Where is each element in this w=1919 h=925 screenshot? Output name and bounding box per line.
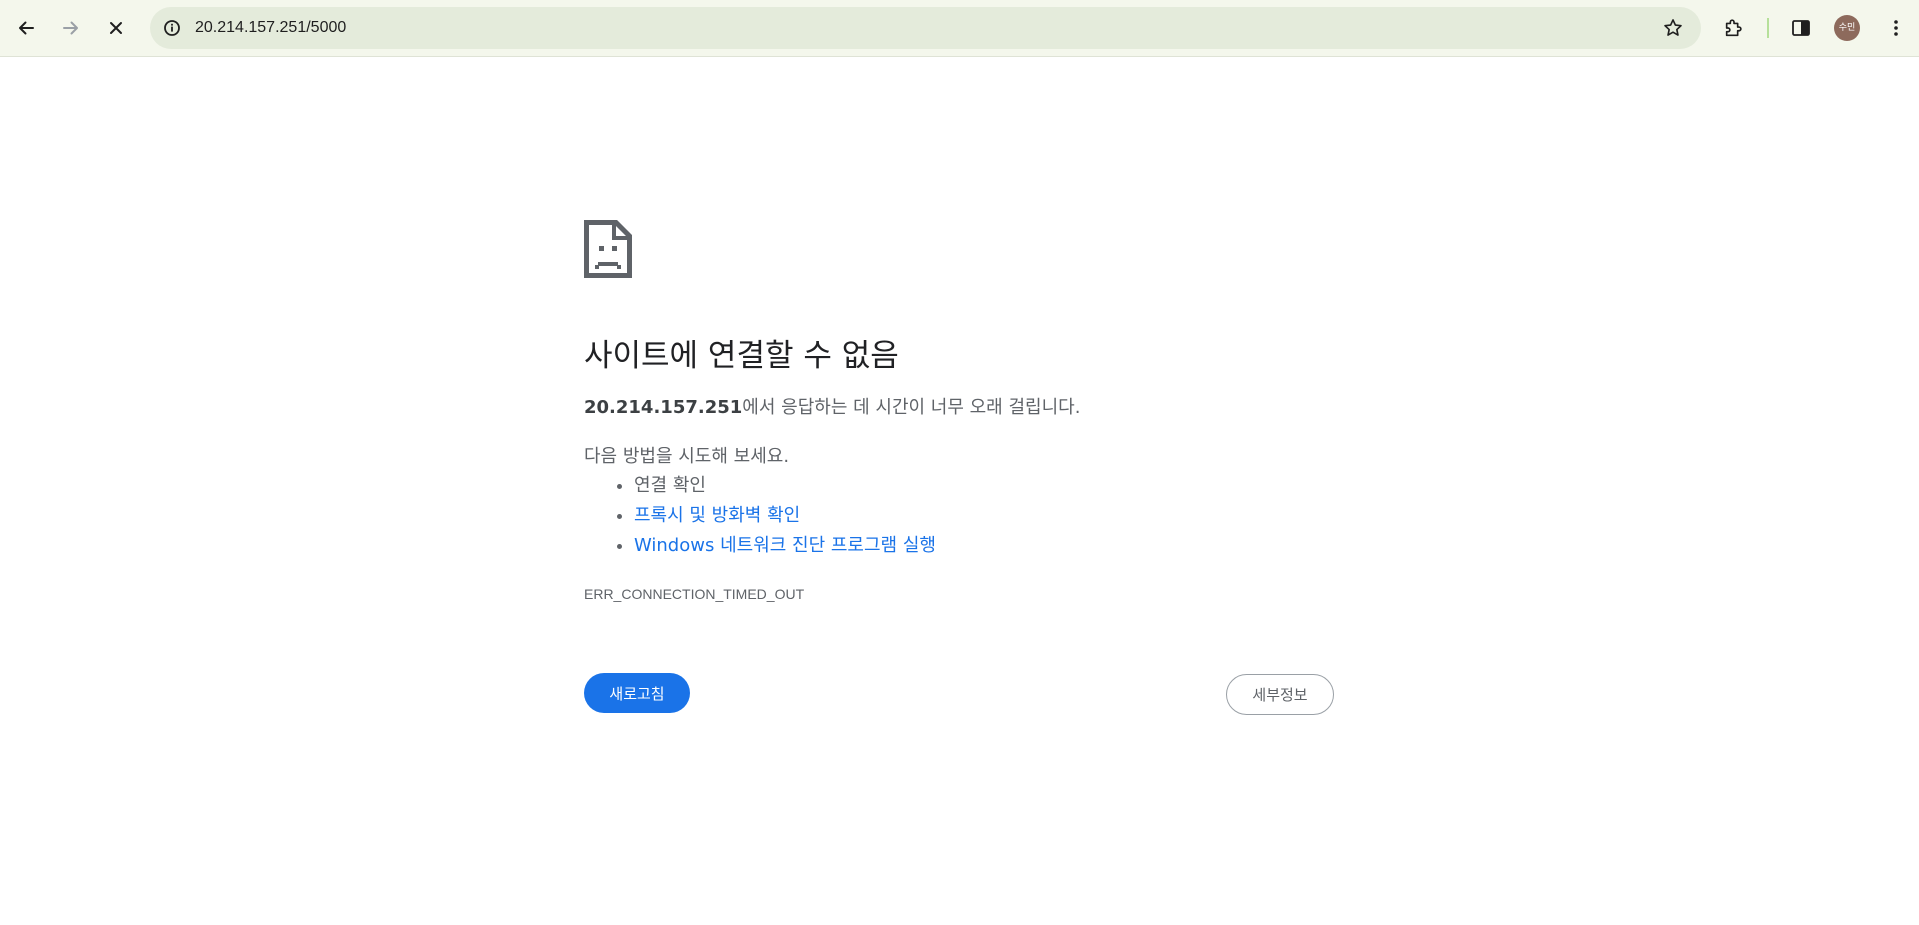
- address-bar[interactable]: 20.214.157.251/5000: [150, 7, 1701, 49]
- arrow-right-icon: [63, 21, 78, 35]
- side-panel-button[interactable]: [1783, 10, 1819, 46]
- suggestion-item: Windows 네트워크 진단 프로그램 실행: [634, 531, 936, 561]
- puzzle-icon: [1725, 19, 1742, 37]
- error-code: ERR_CONNECTION_TIMED_OUT: [584, 586, 805, 602]
- suggestion-link-network-diagnostics[interactable]: Windows 네트워크 진단 프로그램 실행: [634, 535, 936, 556]
- forward-button[interactable]: [53, 10, 89, 46]
- side-panel-icon: [1792, 20, 1810, 36]
- info-icon: [164, 20, 180, 36]
- details-button[interactable]: 세부정보: [1226, 674, 1334, 715]
- stop-loading-button[interactable]: [98, 10, 134, 46]
- star-icon: [1664, 19, 1682, 36]
- sad-document-icon: [584, 220, 632, 278]
- suggestion-item: 연결 확인: [634, 471, 936, 501]
- more-vertical-icon: [1894, 20, 1898, 36]
- arrow-left-icon: [19, 21, 34, 35]
- reload-button[interactable]: 새로고침: [584, 673, 690, 713]
- url-text[interactable]: 20.214.157.251/5000: [195, 7, 346, 49]
- bookmark-button[interactable]: [1659, 14, 1687, 42]
- close-icon: [110, 22, 122, 34]
- browser-menu-button[interactable]: [1878, 10, 1914, 46]
- back-button[interactable]: [8, 10, 44, 46]
- suggestions-list: 연결 확인 프록시 및 방화벽 확인 Windows 네트워크 진단 프로그램 …: [584, 471, 936, 561]
- error-title: 사이트에 연결할 수 없음: [584, 338, 899, 374]
- suggestion-link-proxy-firewall[interactable]: 프록시 및 방화벽 확인: [634, 505, 800, 526]
- suggestions-heading: 다음 방법을 시도해 보세요.: [584, 446, 790, 467]
- error-host: 20.214.157.251: [584, 397, 743, 418]
- error-summary: 20.214.157.251에서 응답하는 데 시간이 너무 오래 걸립니다.: [584, 393, 1080, 419]
- browser-toolbar: 20.214.157.251/5000 수민: [0, 0, 1919, 57]
- suggestion-check-connection: 연결 확인: [634, 475, 706, 496]
- error-summary-text: 에서 응답하는 데 시간이 너무 오래 걸립니다.: [742, 397, 1081, 418]
- suggestion-item: 프록시 및 방화벽 확인: [634, 501, 936, 531]
- toolbar-separator: [1767, 18, 1769, 38]
- extensions-button[interactable]: [1716, 10, 1752, 46]
- profile-avatar[interactable]: 수민: [1834, 15, 1860, 41]
- site-info-button[interactable]: [158, 14, 186, 42]
